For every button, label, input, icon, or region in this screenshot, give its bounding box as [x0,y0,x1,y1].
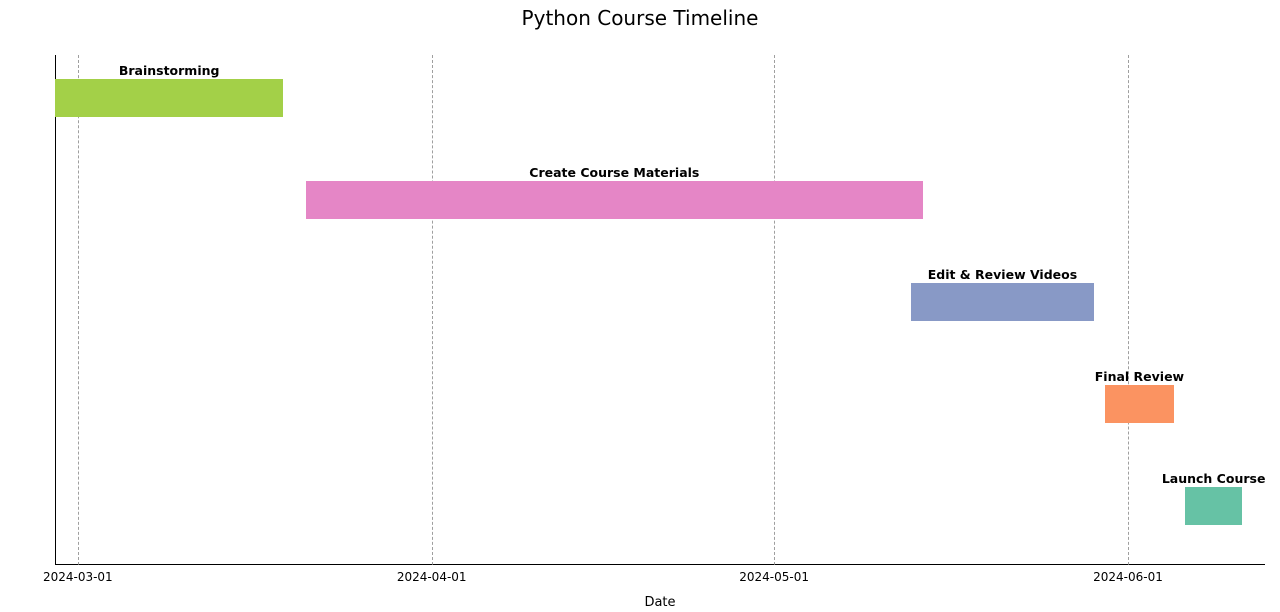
x-axis-label: Date [55,595,1265,610]
gantt-bar-label: Create Course Materials [529,165,699,180]
x-gridline [432,55,433,565]
plot-area: Date 2024-03-012024-04-012024-05-012024-… [55,55,1265,565]
gantt-bar [911,283,1094,321]
x-tick-label: 2024-04-01 [397,570,467,584]
gantt-bar [1185,487,1242,525]
x-axis-spine [55,564,1265,565]
gantt-bar [55,79,283,117]
gantt-bar [1105,385,1173,423]
x-gridline [1128,55,1129,565]
x-tick-label: 2024-05-01 [739,570,809,584]
x-tick-label: 2024-03-01 [43,570,113,584]
gantt-bar-label: Brainstorming [119,63,220,78]
gantt-chart: Python Course Timeline Date 2024-03-0120… [0,0,1280,612]
x-gridline [774,55,775,565]
gantt-bar-label: Edit & Review Videos [928,267,1077,282]
y-axis-spine [55,55,56,565]
x-tick-label: 2024-06-01 [1093,570,1163,584]
gantt-bar-label: Launch Course [1162,471,1266,486]
gantt-bar-label: Final Review [1095,369,1184,384]
chart-title: Python Course Timeline [0,6,1280,30]
gantt-bar [306,181,922,219]
x-gridline [78,55,79,565]
